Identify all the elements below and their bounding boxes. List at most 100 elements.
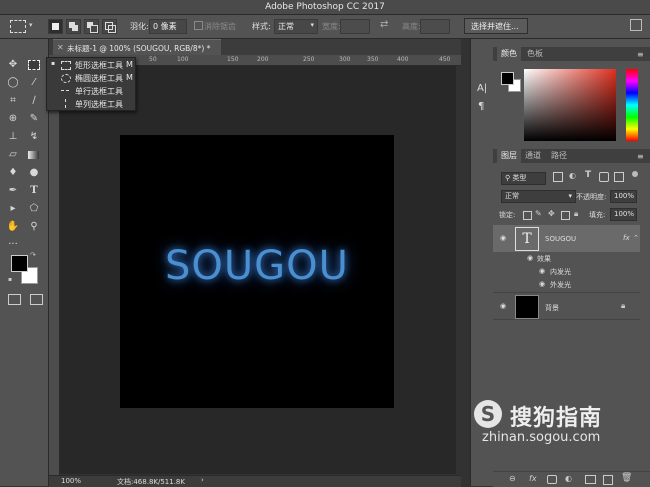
new-selection-button[interactable] (48, 19, 63, 34)
filter-shape-icon[interactable] (599, 172, 609, 182)
clone-stamp-tool-icon[interactable]: ⊥ (5, 130, 21, 144)
flyout-item-single-column-marquee[interactable]: 单列选框工具 (47, 97, 135, 110)
filter-type-icon[interactable]: T (585, 170, 591, 180)
style-select[interactable]: 正常 ▾ (274, 19, 318, 34)
swap-colors-icon[interactable]: ↷ (30, 251, 36, 259)
brush-tool-icon[interactable]: ✎ (26, 112, 42, 126)
effects-row[interactable]: ◉ 效果 (493, 252, 640, 264)
visibility-eye-icon[interactable]: ◉ (527, 255, 535, 262)
default-colors-icon[interactable]: ▪ (8, 276, 12, 283)
color-panel-foreground[interactable] (501, 72, 514, 85)
history-brush-tool-icon[interactable]: ↯ (26, 130, 42, 144)
visibility-eye-icon[interactable]: ◉ (500, 303, 508, 310)
chevron-down-icon[interactable]: ▾ (29, 21, 33, 29)
workspace-icon[interactable] (630, 19, 642, 31)
more-tools-icon[interactable]: ··· (5, 238, 21, 252)
layer-name[interactable]: SOUGOU (545, 235, 576, 243)
antialias-checkbox[interactable] (194, 21, 203, 30)
fill-input[interactable]: 100% (610, 208, 637, 221)
height-input[interactable] (420, 19, 450, 34)
blend-mode-select[interactable]: 正常 ▾ (501, 190, 576, 203)
quick-mask-icon[interactable] (8, 294, 21, 305)
swap-icon[interactable]: ⇄ (380, 19, 388, 30)
new-layer-icon[interactable] (603, 475, 613, 485)
layer-row-background[interactable]: ◉ 背景 🔒︎ (493, 292, 640, 320)
lock-transparent-icon[interactable] (523, 211, 532, 220)
foreground-color-swatch[interactable] (11, 255, 28, 272)
character-panel-icon[interactable]: A| (477, 83, 487, 94)
lasso-tool-icon[interactable]: ◯ (5, 76, 21, 90)
feather-input[interactable]: 0 像素 (149, 19, 187, 34)
canvas-area[interactable]: SOUGOU (60, 66, 456, 474)
marquee-preset-icon[interactable] (10, 20, 26, 33)
tab-swatches[interactable]: 色板 (523, 47, 547, 61)
path-selection-tool-icon[interactable]: ▸ (5, 202, 21, 216)
tools-panel: ✥ ◯ ⁄ ⌗ ∕ ⊕ ✎ ⊥ ↯ ▱ ♦ ● ✒ T ▸ ⬠ ✋ ⚲ ··· … (0, 39, 49, 486)
lock-pixels-icon[interactable]: ✎ (535, 209, 542, 218)
panel-menu-icon[interactable]: ≡ (637, 50, 644, 59)
visibility-eye-icon[interactable]: ◉ (539, 281, 547, 288)
effect-outer-glow-row[interactable]: ◉ 外发光 (493, 278, 640, 290)
subtract-selection-button[interactable] (84, 19, 99, 34)
type-tool-icon[interactable]: T (26, 184, 42, 198)
layer-name[interactable]: 背景 (545, 303, 559, 313)
select-and-mask-button[interactable]: 选择并遮住... (464, 18, 528, 34)
flyout-item-rectangular-marquee[interactable]: ▪ 矩形选框工具 M (47, 58, 135, 71)
flyout-item-elliptical-marquee[interactable]: 椭圆选框工具 M (47, 71, 135, 84)
add-layer-style-icon[interactable]: fx (529, 474, 537, 483)
color-field[interactable] (524, 69, 616, 141)
magic-wand-tool-icon[interactable]: ⁄ (26, 76, 42, 90)
chevron-right-icon[interactable]: › (201, 476, 204, 484)
link-layers-icon[interactable]: ⊖ (509, 474, 516, 483)
add-mask-icon[interactable] (547, 475, 557, 484)
healing-brush-tool-icon[interactable]: ⊕ (5, 112, 21, 126)
opacity-input[interactable]: 100% (610, 190, 637, 203)
hue-slider[interactable] (626, 69, 638, 141)
eraser-tool-icon[interactable]: ▱ (5, 148, 21, 162)
zoom-level[interactable]: 100% (61, 477, 81, 485)
gradient-tool-icon[interactable] (26, 148, 42, 162)
layer-fx-badge[interactable]: fx (623, 234, 630, 242)
crop-tool-icon[interactable]: ⌗ (5, 94, 21, 108)
tab-paths[interactable]: 路径 (547, 149, 571, 163)
zoom-tool-icon[interactable]: ⚲ (26, 220, 42, 234)
filter-adjustment-icon[interactable]: ◐ (569, 171, 576, 180)
adjustment-layer-icon[interactable]: ◐ (565, 474, 572, 483)
delete-layer-icon[interactable]: 🗑︎ (621, 473, 632, 483)
tab-channels[interactable]: 通道 (521, 149, 545, 163)
paragraph-panel-icon[interactable]: ¶ (478, 101, 484, 112)
move-tool-icon[interactable]: ✥ (5, 58, 21, 72)
flyout-item-single-row-marquee[interactable]: 单行选框工具 (47, 84, 135, 97)
filter-toggle[interactable] (632, 171, 638, 177)
lock-position-icon[interactable]: ✥ (548, 209, 555, 218)
layer-filter-select[interactable]: ⚲ 类型 (501, 172, 546, 185)
document-tab[interactable]: ✕ 未标题-1 @ 100% (SOUGOU, RGB/8*) * (53, 39, 221, 56)
blur-tool-icon[interactable]: ♦ (5, 166, 21, 180)
layer-row-sougou[interactable]: ◉ T SOUGOU fx ⌃ (493, 225, 640, 252)
marquee-tool-icon[interactable] (26, 58, 42, 72)
hand-tool-icon[interactable]: ✋ (5, 220, 21, 234)
panel-menu-icon[interactable]: ≡ (637, 152, 644, 161)
filter-smart-object-icon[interactable] (614, 172, 624, 182)
add-selection-button[interactable] (66, 19, 81, 34)
visibility-eye-icon[interactable]: ◉ (539, 268, 547, 275)
width-input[interactable] (340, 19, 370, 34)
eyedropper-tool-icon[interactable]: ∕ (26, 94, 42, 108)
visibility-eye-icon[interactable]: ◉ (500, 235, 508, 242)
intersect-selection-button[interactable] (102, 19, 117, 34)
lock-artboard-icon[interactable] (561, 211, 570, 220)
chevron-up-icon[interactable]: ⌃ (633, 234, 639, 242)
document-image[interactable]: SOUGOU (120, 135, 394, 408)
lock-all-icon[interactable]: 🔒︎ (574, 209, 578, 219)
tab-layers[interactable]: 图层 (497, 149, 521, 163)
filter-pixel-icon[interactable] (553, 172, 563, 182)
shape-tool-icon[interactable]: ⬠ (26, 202, 42, 216)
close-icon[interactable]: ✕ (57, 43, 64, 52)
new-group-icon[interactable] (585, 475, 596, 484)
blend-mode-value: 正常 (505, 192, 519, 200)
tab-color[interactable]: 颜色 (497, 47, 521, 61)
dodge-tool-icon[interactable]: ● (26, 166, 42, 180)
screen-mode-icon[interactable] (30, 294, 43, 305)
pen-tool-icon[interactable]: ✒ (5, 184, 21, 198)
effect-inner-glow-row[interactable]: ◉ 内发光 (493, 265, 640, 277)
